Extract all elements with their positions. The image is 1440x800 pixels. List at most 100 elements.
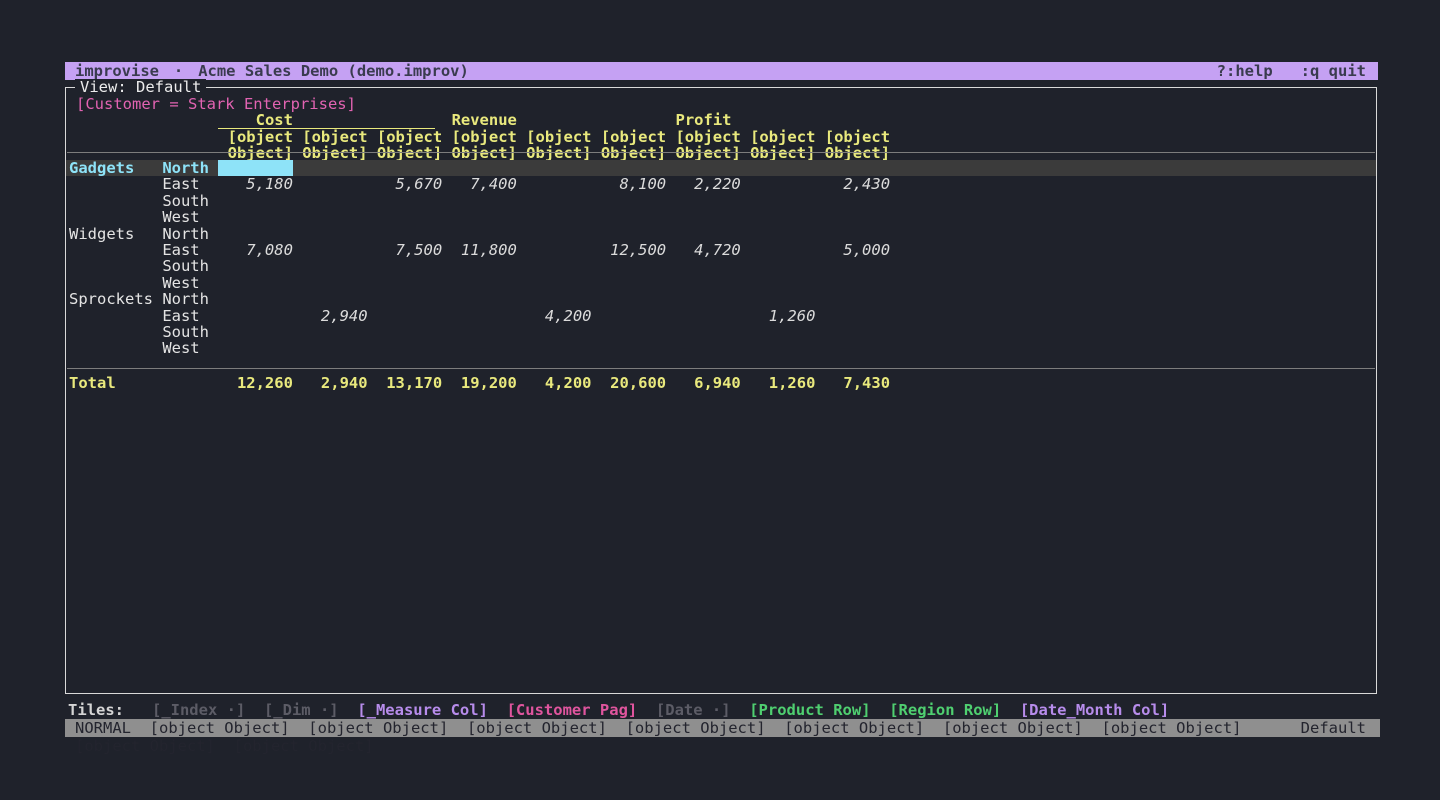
value-cell[interactable]: 1,260 [741, 308, 816, 324]
value-cell[interactable] [368, 258, 443, 274]
value-cell[interactable] [517, 291, 592, 307]
value-cell[interactable] [815, 258, 890, 274]
value-cell[interactable]: 7,500 [368, 242, 443, 258]
region-label[interactable]: South [162, 258, 218, 274]
region-label[interactable]: West [162, 340, 218, 356]
value-cell[interactable] [293, 176, 368, 192]
value-cell[interactable] [442, 291, 517, 307]
value-cell[interactable] [442, 308, 517, 324]
value-cell[interactable]: 5,670 [368, 176, 443, 192]
value-cell[interactable] [666, 275, 741, 291]
pivot-row[interactable]: South [66, 324, 1376, 340]
value-cell[interactable] [517, 275, 592, 291]
value-cell[interactable] [293, 160, 368, 176]
value-cell[interactable] [741, 258, 816, 274]
value-cell[interactable] [368, 308, 443, 324]
value-cell[interactable] [741, 324, 816, 340]
region-label[interactable]: South [162, 193, 218, 209]
value-cell[interactable] [592, 291, 667, 307]
value-cell[interactable] [442, 275, 517, 291]
value-cell[interactable]: 2,220 [666, 176, 741, 192]
value-cell[interactable] [442, 324, 517, 340]
value-cell[interactable] [517, 193, 592, 209]
value-cell[interactable] [592, 340, 667, 356]
pivot-row[interactable]: East 5,180 5,670 7,400 8,100 2,220 2,430 [66, 176, 1376, 192]
product-label[interactable] [69, 193, 162, 209]
value-cell[interactable] [666, 291, 741, 307]
value-cell[interactable] [218, 340, 293, 356]
value-cell[interactable] [592, 324, 667, 340]
tile[interactable]: [Date_Month Col] [1020, 702, 1169, 719]
value-cell[interactable] [517, 258, 592, 274]
region-label[interactable]: East [162, 308, 218, 324]
value-cell[interactable] [517, 324, 592, 340]
value-cell[interactable] [293, 275, 368, 291]
value-cell[interactable] [815, 275, 890, 291]
tile[interactable]: [_Measure Col] [357, 702, 488, 719]
value-cell[interactable] [368, 340, 443, 356]
value-cell[interactable] [815, 291, 890, 307]
value-cell[interactable] [741, 291, 816, 307]
pivot-row[interactable]: Gadgets North [66, 160, 1376, 176]
value-cell[interactable] [592, 160, 667, 176]
value-cell[interactable] [815, 324, 890, 340]
value-cell[interactable] [592, 275, 667, 291]
value-cell[interactable] [517, 160, 592, 176]
value-cell[interactable] [666, 193, 741, 209]
value-cell[interactable] [218, 193, 293, 209]
value-cell[interactable] [592, 209, 667, 225]
value-cell[interactable] [666, 160, 741, 176]
pivot-row[interactable]: Sprockets North [66, 291, 1376, 307]
value-cell[interactable]: 2,430 [815, 176, 890, 192]
value-cell[interactable]: 4,200 [517, 308, 592, 324]
value-cell[interactable] [741, 193, 816, 209]
value-cell[interactable]: 5,180 [218, 176, 293, 192]
value-cell[interactable] [815, 160, 890, 176]
pivot-row[interactable]: West [66, 209, 1376, 225]
region-label[interactable]: North [162, 160, 218, 176]
value-cell[interactable] [218, 226, 293, 242]
value-cell[interactable] [666, 226, 741, 242]
pivot-row[interactable]: West [66, 275, 1376, 291]
value-cell[interactable] [592, 226, 667, 242]
value-cell[interactable]: 7,400 [442, 176, 517, 192]
value-cell[interactable] [592, 258, 667, 274]
value-cell[interactable] [517, 226, 592, 242]
product-label[interactable] [69, 308, 162, 324]
value-cell[interactable] [293, 291, 368, 307]
region-label[interactable]: North [162, 291, 218, 307]
value-cell[interactable] [741, 176, 816, 192]
value-cell[interactable] [592, 308, 667, 324]
value-cell[interactable] [442, 340, 517, 356]
value-cell[interactable] [741, 226, 816, 242]
pivot-row[interactable]: East 2,940 4,200 1,260 [66, 308, 1376, 324]
value-cell[interactable] [741, 340, 816, 356]
value-cell[interactable] [293, 193, 368, 209]
value-cell[interactable]: 5,000 [815, 242, 890, 258]
pivot-row[interactable]: Widgets North [66, 226, 1376, 242]
value-cell[interactable] [218, 258, 293, 274]
value-cell[interactable] [368, 226, 443, 242]
value-cell[interactable] [592, 193, 667, 209]
value-cell[interactable] [666, 308, 741, 324]
value-cell[interactable] [815, 308, 890, 324]
product-label[interactable]: Gadgets [69, 160, 162, 176]
region-label[interactable]: North [162, 226, 218, 242]
product-label[interactable] [69, 340, 162, 356]
tile[interactable]: [Customer Pag] [507, 702, 638, 719]
value-cell[interactable] [741, 275, 816, 291]
value-cell[interactable] [741, 209, 816, 225]
value-cell[interactable] [815, 340, 890, 356]
value-cell[interactable] [368, 275, 443, 291]
value-cell[interactable] [293, 209, 368, 225]
value-cell[interactable]: 12,500 [592, 242, 667, 258]
tile[interactable]: [_Dim ·] [264, 702, 339, 719]
product-label[interactable]: Widgets [69, 226, 162, 242]
tile[interactable]: [Product Row] [749, 702, 870, 719]
value-cell[interactable] [218, 209, 293, 225]
value-cell[interactable] [442, 193, 517, 209]
value-cell[interactable] [442, 209, 517, 225]
value-cell[interactable] [442, 160, 517, 176]
value-cell[interactable] [368, 193, 443, 209]
filter-chip[interactable]: [Customer = Stark Enterprises] [76, 96, 356, 112]
